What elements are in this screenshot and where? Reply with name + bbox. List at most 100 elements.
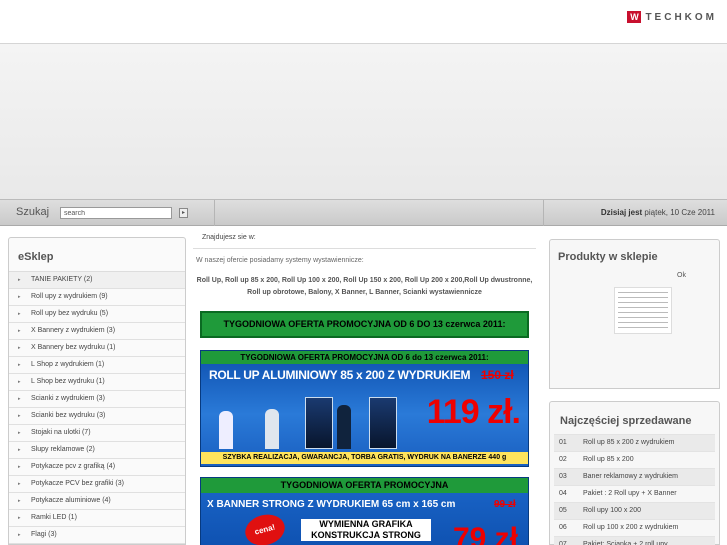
products-in-shop-box: Produkty w sklepie Ok — [549, 239, 720, 389]
category-label: X Bannery bez wydruku (1) — [31, 344, 116, 351]
arrow-right-icon: ▸ — [18, 396, 21, 402]
bestseller-rank: 07 — [559, 541, 567, 545]
bestseller-name: Roll up 85 x 200 z wydrukiem — [583, 439, 675, 446]
arrow-right-icon: ▸ — [18, 413, 21, 419]
category-item[interactable]: ▸ Potykacze aluminiowe (4) — [9, 493, 185, 510]
category-list: ▸ TANIE PAKIETY (2) ▸ Roll upy z wydrukiem … — [9, 271, 185, 544]
category-label: Scianki z wydrukiem (3) — [31, 395, 105, 402]
promo-product-name: X BANNER STRONG Z WYDRUKIEM 65 cm x 165 … — [207, 499, 456, 510]
current-date: Dzisiaj jest piątek, 10 Cze 2011 — [601, 208, 715, 217]
logo-mark-icon: W — [627, 11, 642, 23]
arrow-right-icon: ▸ — [18, 430, 21, 436]
intro-text: W naszej ofercie posiadamy systemy wysta… — [196, 257, 364, 264]
category-item[interactable]: ▸ Flagi (3) — [9, 527, 185, 544]
category-label: Roll upy bez wydruku (5) — [31, 310, 109, 317]
category-item[interactable]: ▸ Scianki z wydrukiem (3) — [9, 391, 185, 408]
category-item[interactable]: ▸ Potykacze PCV bez grafiki (3) — [9, 476, 185, 493]
header-banner — [0, 44, 727, 199]
bestseller-item[interactable]: 02 Roll up 85 x 200 — [554, 451, 715, 468]
products-box-title: Produkty w sklepie — [558, 251, 658, 263]
category-label: Potykacze aluminiowe (4) — [31, 497, 111, 504]
category-label: L Shop bez wydruku (1) — [31, 378, 105, 385]
arrow-right-icon: ▸ — [18, 345, 21, 351]
promo-people-image — [209, 389, 409, 449]
bestseller-item[interactable]: 01 Roll up 85 x 200 z wydrukiem — [554, 434, 715, 451]
bestseller-item[interactable]: 05 Roll upy 100 x 200 — [554, 502, 715, 519]
search-bar: Szukaj ▸ Dzisiaj jest piątek, 10 Cze 201… — [0, 199, 727, 226]
promo-banner-title: TYGODNIOWA OFERTA PROMOCYJNA OD 6 do 13 … — [201, 351, 528, 364]
category-label: Potykacze pcv z grafiką (4) — [31, 463, 116, 470]
logo-text: TECHKOM — [645, 11, 717, 23]
category-label: L Shop z wydrukiem (1) — [31, 361, 105, 368]
bestseller-item[interactable]: 03 Baner reklamowy z wydrukiem — [554, 468, 715, 485]
old-price: 150 zł — [481, 368, 514, 382]
arrow-right-icon: ▸ — [18, 447, 21, 453]
category-label: Roll upy z wydrukiem (9) — [31, 293, 108, 300]
arrow-right-icon: ▸ — [18, 532, 21, 538]
esklep-box: eSklep ▸ TANIE PAKIETY (2) ▸ Roll upy z wyd… — [8, 237, 186, 545]
bestseller-rank: 01 — [559, 439, 567, 446]
promo-heading[interactable]: TYGODNIOWA OFERTA PROMOCYJNA OD 6 DO 13 … — [200, 311, 529, 338]
category-item[interactable]: ▸ X Bannery bez wydruku (1) — [9, 340, 185, 357]
bestseller-item[interactable]: 04 Pakiet : 2 Roll upy + X Banner — [554, 485, 715, 502]
arrow-right-icon: ▸ — [18, 362, 21, 368]
promo-xbanner-banner[interactable]: TYGODNIOWA OFERTA PROMOCYJNA X BANNER ST… — [200, 477, 529, 545]
category-label: Potykacze PCV bez grafiki (3) — [31, 480, 124, 487]
bestseller-rank: 05 — [559, 507, 567, 514]
promo-price: 79 zł — [452, 522, 518, 545]
category-item[interactable]: ▸ Ramki LED (1) — [9, 510, 185, 527]
arrow-right-icon: ▸ — [18, 311, 21, 317]
category-label: X Bannery z wydrukiem (3) — [31, 327, 116, 334]
arrow-right-icon: ▸ — [18, 498, 21, 504]
search-go-button[interactable]: ▸ — [179, 208, 188, 218]
search-input[interactable] — [60, 207, 172, 219]
divider — [543, 200, 544, 226]
bestseller-rank: 02 — [559, 456, 567, 463]
category-item[interactable]: ▸ Scianki bez wydruku (3) — [9, 408, 185, 425]
arrow-right-icon: ▸ — [18, 277, 21, 283]
category-item[interactable]: ▸ Stojaki na ulotki (7) — [9, 425, 185, 442]
price-tag-badge: cena! — [241, 510, 289, 545]
promo-banner-title: TYGODNIOWA OFERTA PROMOCYJNA — [201, 478, 528, 493]
bestsellers-box: Najczęściej sprzedawane 01 Roll up 85 x 2… — [549, 401, 720, 545]
category-label: Flagi (3) — [31, 531, 57, 538]
promo-product-name: ROLL UP ALUMINIOWY 85 x 200 Z WYDRUKIEM — [209, 368, 471, 382]
category-label: Ramki LED (1) — [31, 514, 77, 521]
arrow-right-icon: ▸ — [18, 481, 21, 487]
divider — [214, 200, 215, 226]
bestseller-item[interactable]: 06 Roll up 100 x 200 z wydrukiem — [554, 519, 715, 536]
date-value: piątek, 10 Cze 2011 — [644, 208, 715, 217]
promo-feature-text: WYMIENNA GRAFIKA KONSTRUKCJA STRONG — [301, 519, 431, 541]
bestseller-name: Baner reklamowy z wydrukiem — [583, 473, 678, 480]
bestseller-name: Roll up 85 x 200 — [583, 456, 634, 463]
promo-tagline: SZYBKA REALIZACJA, GWARANCJA, TORBA GRAT… — [201, 452, 528, 464]
category-label: Stojaki na ulotki (7) — [31, 429, 91, 436]
bestsellers-title: Najczęściej sprzedawane — [560, 415, 692, 427]
promo-rollup-banner[interactable]: TYGODNIOWA OFERTA PROMOCYJNA OD 6 do 13 … — [200, 350, 529, 467]
category-item[interactable]: ▸ TANIE PAKIETY (2) — [9, 272, 185, 289]
main-content: Znajdujesz sie w: W naszej ofercie posia… — [193, 229, 536, 545]
ok-button[interactable]: Ok — [677, 272, 686, 279]
techkom-logo[interactable]: W TECHKOM — [627, 11, 717, 23]
product-thumbnail[interactable] — [614, 287, 672, 334]
category-item[interactable]: ▸ Roll upy z wydrukiem (9) — [9, 289, 185, 306]
old-price: 99 zł — [494, 499, 516, 510]
category-item[interactable]: ▸ X Bannery z wydrukiem (3) — [9, 323, 185, 340]
bestseller-name: Roll upy 100 x 200 — [583, 507, 641, 514]
bestseller-rank: 06 — [559, 524, 567, 531]
search-label: Szukaj — [16, 206, 50, 218]
category-item[interactable]: ▸ L Shop z wydrukiem (1) — [9, 357, 185, 374]
top-header: W TECHKOM — [0, 0, 727, 44]
category-item[interactable]: ▸ Roll upy bez wydruku (5) — [9, 306, 185, 323]
bestsellers-list: 01 Roll up 85 x 200 z wydrukiem 02 Roll up … — [550, 434, 719, 545]
category-item[interactable]: ▸ Potykacze pcv z grafiką (4) — [9, 459, 185, 476]
arrow-right-icon: ▸ — [18, 328, 21, 334]
category-item[interactable]: ▸ Slupy reklamowe (2) — [9, 442, 185, 459]
esklep-title: eSklep — [18, 251, 54, 263]
category-item[interactable]: ▸ L Shop bez wydruku (1) — [9, 374, 185, 391]
bestseller-name: Pakiet: Scianka + 2 roll upy — [583, 541, 668, 545]
bestseller-rank: 04 — [559, 490, 567, 497]
bestseller-name: Pakiet : 2 Roll upy + X Banner — [583, 490, 677, 497]
category-label: TANIE PAKIETY (2) — [31, 276, 93, 283]
bestseller-item[interactable]: 07 Pakiet: Scianka + 2 roll upy — [554, 536, 715, 545]
